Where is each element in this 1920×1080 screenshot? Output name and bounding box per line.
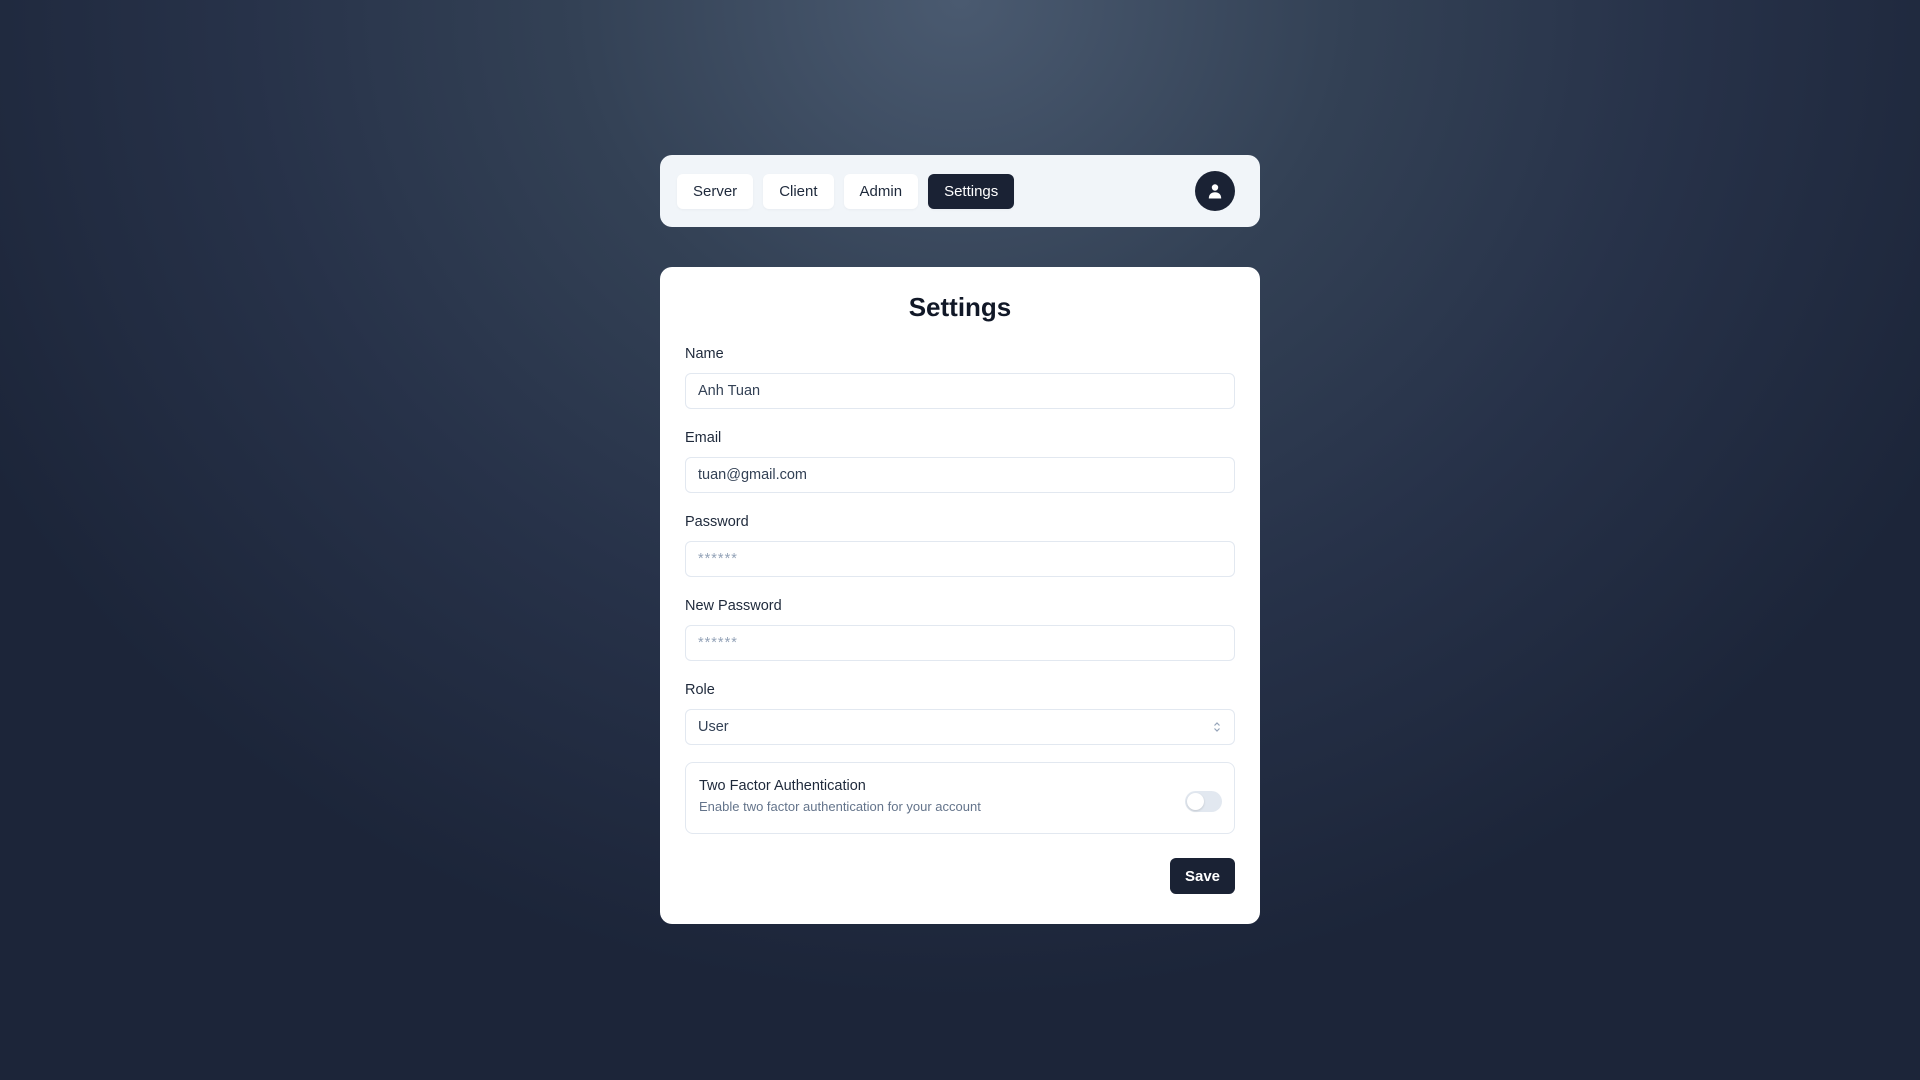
tab-settings[interactable]: Settings bbox=[928, 173, 1015, 209]
user-icon bbox=[1208, 184, 1222, 199]
save-button[interactable]: Save bbox=[1170, 858, 1235, 894]
two-factor-section: Two Factor Authentication Enable two fac… bbox=[685, 762, 1235, 834]
top-navbar: Server Client Admin Settings bbox=[660, 155, 1260, 227]
email-label: Email bbox=[685, 430, 722, 446]
page-title: Settings bbox=[908, 292, 1012, 322]
password-field-group: Password bbox=[685, 513, 1235, 577]
password-input[interactable] bbox=[685, 541, 1235, 577]
email-input[interactable] bbox=[685, 457, 1235, 493]
form-actions: Save bbox=[685, 858, 1235, 894]
tab-server[interactable]: Server bbox=[677, 173, 754, 209]
email-field-group: Email bbox=[685, 429, 1235, 493]
tab-admin[interactable]: Admin bbox=[843, 173, 919, 209]
new-password-label: New Password bbox=[685, 598, 782, 614]
role-select-value[interactable]: User bbox=[685, 709, 1235, 745]
two-factor-description: Enable two factor authentication for you… bbox=[699, 799, 981, 814]
two-factor-toggle[interactable] bbox=[1185, 791, 1222, 812]
password-label: Password bbox=[685, 514, 749, 530]
role-field-group: Role User bbox=[685, 681, 1235, 745]
new-password-input[interactable] bbox=[685, 625, 1235, 661]
toggle-knob bbox=[1187, 793, 1204, 810]
role-select[interactable]: User bbox=[685, 709, 1235, 745]
new-password-field-group: New Password bbox=[685, 597, 1235, 661]
name-input[interactable] bbox=[685, 373, 1235, 409]
two-factor-title: Two Factor Authentication bbox=[699, 778, 866, 794]
settings-card: Settings Name Email Password New Passwor… bbox=[660, 267, 1260, 924]
chevron-up-down-icon bbox=[1213, 721, 1221, 733]
role-label: Role bbox=[685, 682, 715, 698]
name-label: Name bbox=[685, 346, 724, 362]
name-field-group: Name bbox=[685, 345, 1235, 409]
nav-tabs: Server Client Admin Settings bbox=[677, 173, 1015, 209]
user-avatar-button[interactable] bbox=[1195, 171, 1235, 211]
tab-client[interactable]: Client bbox=[763, 173, 834, 209]
